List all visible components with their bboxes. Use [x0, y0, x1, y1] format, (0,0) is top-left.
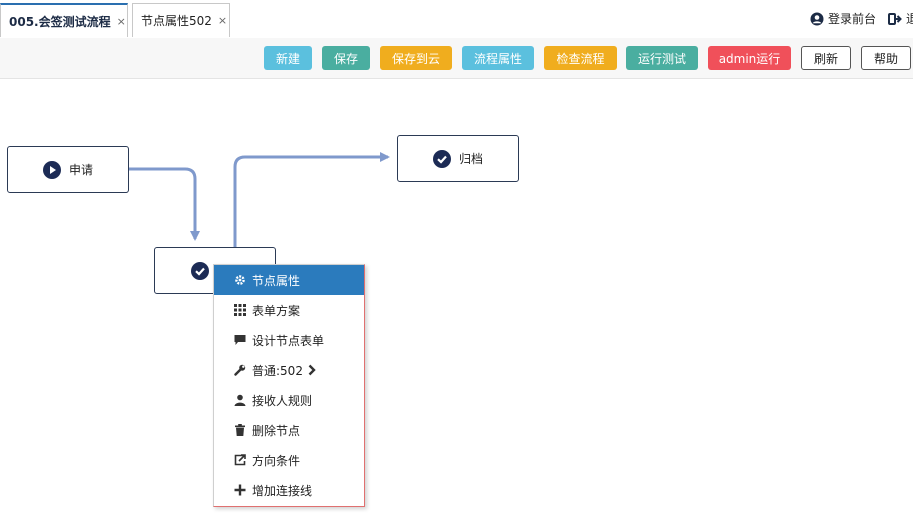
- plus-icon: [234, 484, 246, 496]
- login-front-label: 登录前台: [828, 12, 877, 26]
- check-circle-icon: [432, 149, 451, 168]
- play-circle-icon: [42, 160, 61, 179]
- connector-countersign-to-archive: [233, 152, 390, 247]
- tab-workflow[interactable]: 005.会签测试流程 ×: [0, 3, 128, 37]
- node-label: 申请: [68, 163, 93, 177]
- flow-canvas[interactable]: 申请 归档: [0, 79, 913, 519]
- wrench-icon: [234, 364, 246, 376]
- flow-properties-button[interactable]: 流程属性: [462, 46, 534, 70]
- menu-item-label: 节点属性: [252, 273, 301, 288]
- menu-item-label: 方向条件: [252, 453, 301, 468]
- admin-run-button[interactable]: admin运行: [708, 46, 791, 70]
- toolbar: 新建 保存 保存到云 流程属性 检查流程 运行测试 admin运行 刷新 帮助: [0, 38, 913, 79]
- gear-icon: [235, 275, 245, 285]
- node-archive[interactable]: 归档: [397, 135, 519, 182]
- comment-icon: [234, 335, 246, 345]
- user-icon: [234, 394, 246, 406]
- chevron-right-icon: [308, 364, 316, 376]
- menu-item-label: 表单方案: [252, 303, 301, 318]
- tab-bar: 005.会签测试流程 × 节点属性502 × 登录前台 退: [0, 0, 913, 39]
- menu-item-direction-condition[interactable]: 方向条件: [214, 445, 364, 475]
- menu-item-delete-node[interactable]: 删除节点: [214, 415, 364, 445]
- node-label: 归档: [458, 152, 483, 166]
- menu-item-design-node-form[interactable]: 设计节点表单: [214, 325, 364, 355]
- menu-item-recipient-rules[interactable]: 接收人规则: [214, 385, 364, 415]
- node-apply[interactable]: 申请: [7, 146, 129, 193]
- menu-item-node-properties[interactable]: 节点属性: [214, 265, 364, 295]
- menu-item-label: 增加连接线: [252, 483, 313, 498]
- menu-item-normal-502[interactable]: 普通:502: [214, 355, 364, 385]
- menu-item-label: 普通:502: [252, 363, 303, 378]
- refresh-button[interactable]: 刷新: [801, 46, 851, 70]
- check-circle-icon: [191, 261, 209, 280]
- save-to-cloud-button[interactable]: 保存到云: [380, 46, 452, 70]
- login-front-link[interactable]: 登录前台: [810, 10, 876, 27]
- tab-label: 节点属性502: [141, 14, 212, 28]
- exit-label: 退: [906, 12, 913, 26]
- run-test-button[interactable]: 运行测试: [626, 46, 698, 70]
- share-icon: [234, 454, 246, 466]
- menu-item-label: 删除节点: [252, 423, 301, 438]
- menu-item-form-scheme[interactable]: 表单方案: [214, 295, 364, 325]
- exit-link[interactable]: 退: [888, 10, 913, 27]
- connector-apply-to-countersign: [129, 167, 200, 241]
- grid-icon: [234, 304, 246, 316]
- save-button[interactable]: 保存: [322, 46, 370, 70]
- trash-icon: [235, 424, 245, 436]
- tab-label: 005.会签测试流程: [9, 14, 111, 29]
- close-icon[interactable]: ×: [218, 14, 227, 27]
- tab-node-properties[interactable]: 节点属性502 ×: [132, 3, 230, 37]
- new-button[interactable]: 新建: [264, 46, 312, 70]
- menu-item-label: 设计节点表单: [252, 333, 325, 348]
- sign-out-icon: [888, 12, 902, 25]
- menu-item-label: 接收人规则: [252, 393, 313, 408]
- help-button[interactable]: 帮助: [861, 46, 911, 70]
- close-icon[interactable]: ×: [117, 15, 126, 28]
- context-menu: 节点属性 表单方案 设计节点表单 普通:502 接收人规则 删除节点 方向条件 …: [213, 264, 365, 507]
- menu-item-add-connector[interactable]: 增加连接线: [214, 475, 364, 505]
- user-circle-icon: [810, 12, 824, 25]
- check-flow-button[interactable]: 检查流程: [544, 46, 617, 70]
